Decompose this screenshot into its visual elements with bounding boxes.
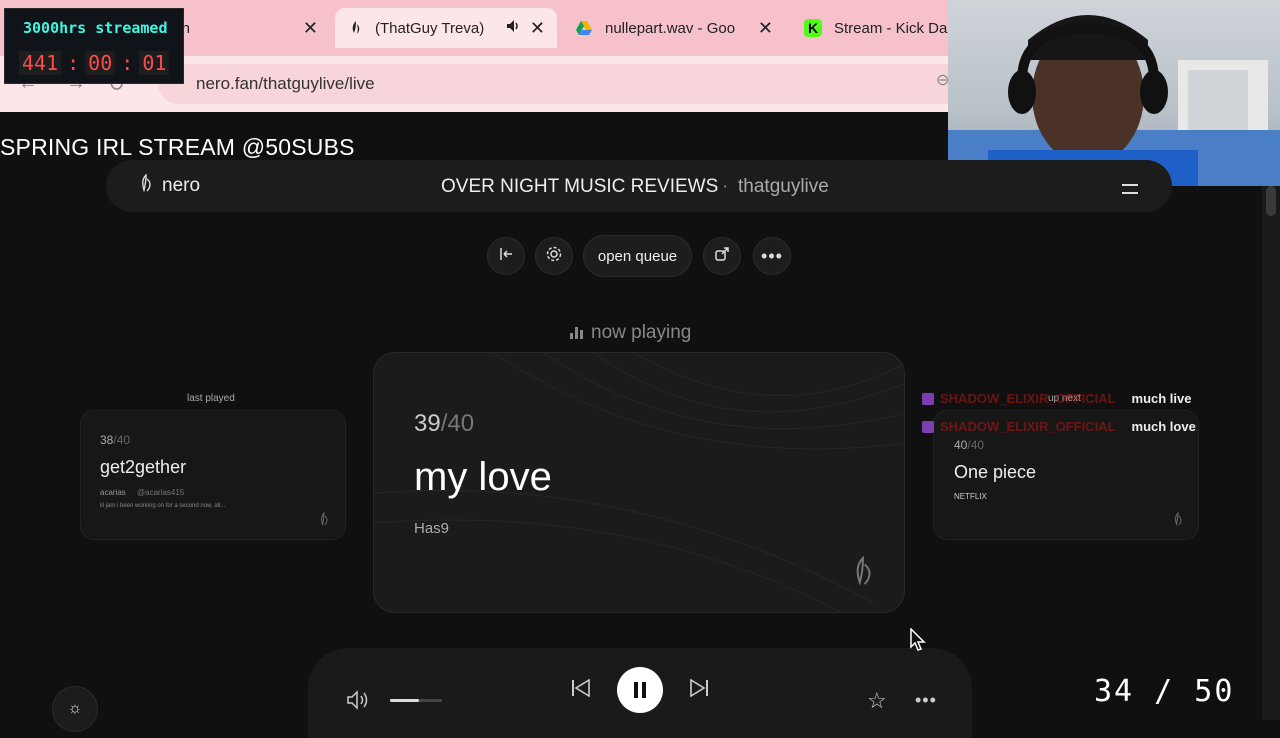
track-artist: Has9 [414,520,450,537]
nero-flame-icon [1172,511,1184,531]
close-icon[interactable]: ✕ [303,18,318,39]
browser-tab[interactable]: tch ✕ [160,8,330,48]
sun-icon: ☼ [67,700,83,717]
volume-icon[interactable] [346,690,372,715]
more-options-button[interactable]: ••• [753,237,791,275]
timer-separator: : [121,51,134,75]
share-icon [714,246,730,267]
streamer-username[interactable]: thatguylive [738,176,829,198]
mouse-cursor-icon [910,627,926,657]
stream-timer-overlay: 3000hrs streamed 441 : 00 : 01 [4,8,184,84]
stream-title: OVER NIGHT MUSIC REVIEWS [441,176,719,197]
exit-button[interactable] [487,237,525,275]
share-button[interactable] [703,237,741,275]
nero-logo[interactable]: nero [138,173,201,198]
nero-favicon-icon [347,19,365,37]
track-artist: acarias [100,488,126,497]
nero-flame-icon [318,511,330,531]
nero-flame-icon [850,555,876,591]
chat-username: SHADOW_ELIXIR_OFFICIAL [940,419,1116,434]
close-icon[interactable]: ✕ [758,18,773,39]
tab-label: Stream - Kick Da [834,19,948,37]
sub-goal-counter: 34 / 50 [1094,674,1235,709]
track-handle[interactable]: @acarias415 [137,488,184,497]
pause-icon [634,682,638,698]
timer-label: 3000hrs streamed [23,19,168,37]
stream-banner: SPRING IRL STREAM @50SUBS [0,134,355,160]
track-number: 40/40 [954,438,985,452]
chat-badge-icon [922,392,934,405]
track-number: 39/40 [414,410,475,437]
track-title: my love [414,455,552,499]
timer-separator: : [67,51,80,75]
timer-seconds: 01 [139,51,170,75]
chat-message: SHADOW_ELIXIR_OFFICIAL much love [922,419,1196,434]
last-played-label: last played [187,393,235,404]
timer-digits: 441 : 00 : 01 [19,51,170,75]
open-queue-button[interactable]: open queue [583,235,692,277]
speaker-icon[interactable] [505,18,521,38]
chat-badge-icon [922,420,934,433]
scrollbar-thumb[interactable] [1266,186,1276,216]
favorite-star-icon[interactable]: ☆ [867,688,887,714]
previous-track-button[interactable] [569,676,593,700]
logo-text: nero [162,175,201,196]
settings-button[interactable] [535,237,573,275]
track-description: lil jam i been working on for a second n… [100,503,226,509]
webcam-feed [948,0,1280,186]
timer-hours: 441 [19,51,62,75]
theme-toggle-button[interactable]: ☼ [52,686,98,732]
close-icon[interactable]: ✕ [530,18,545,39]
url-text[interactable]: nero.fan/thatguylive/live [196,74,375,94]
now-playing-label: now playing [570,322,691,344]
more-icon: ••• [761,245,783,266]
gear-icon [545,245,563,268]
exit-icon [498,246,514,267]
kick-icon: K [804,19,822,37]
volume-fill [390,699,419,702]
timer-minutes: 00 [85,51,116,75]
track-number: 38/40 [100,433,131,447]
nero-flame-icon [138,173,154,198]
header-separator: · [722,176,729,197]
menu-icon[interactable] [1122,184,1138,194]
equalizer-icon [570,327,583,339]
track-title: One piece [954,462,1037,482]
pause-button[interactable] [617,667,663,713]
browser-tab[interactable]: nullepart.wav - Goo ✕ [575,8,785,48]
chat-text: much live [1131,391,1192,406]
tab-label: (ThatGuy Treva) [375,19,485,37]
browser-tab[interactable]: K Stream - Kick Da [800,8,948,48]
scrollbar[interactable] [1262,186,1280,720]
next-track-button[interactable] [687,676,711,700]
chat-username: SHADOW_ELIXIR_OFFICIAL [940,391,1116,406]
volume-slider[interactable] [390,699,442,702]
google-drive-icon [575,19,593,37]
track-artist: NETFLIX [954,492,987,501]
browser-tab-active[interactable]: (ThatGuy Treva) ✕ [335,8,557,48]
player-more-icon[interactable]: ••• [915,690,937,711]
chat-message: SHADOW_ELIXIR_OFFICIAL much live [922,391,1191,406]
tab-label: nullepart.wav - Goo [605,19,736,37]
track-title: get2gether [100,457,187,477]
chat-text: much love [1131,419,1196,434]
